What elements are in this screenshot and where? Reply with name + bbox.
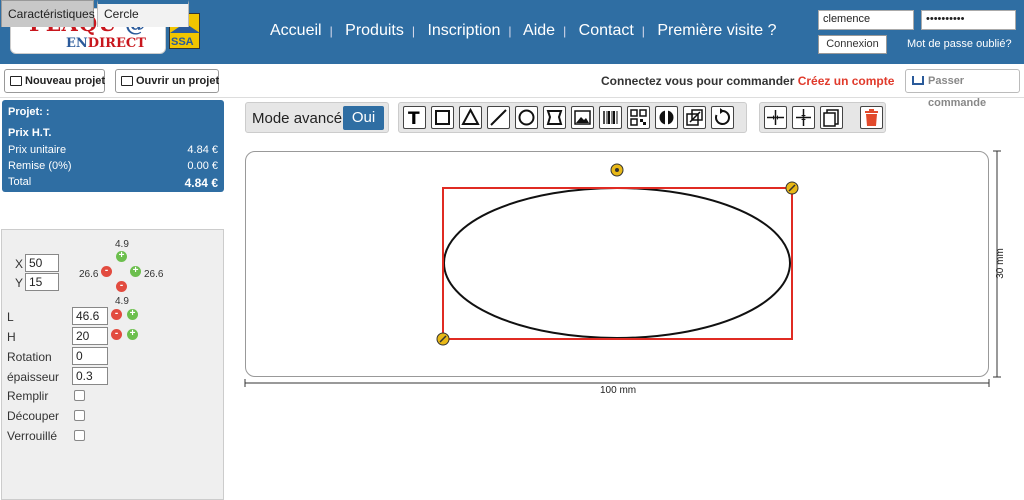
resize-handle-top-right-icon[interactable] <box>785 181 799 195</box>
canvas-overlay <box>244 150 1001 387</box>
height-dimension-label: 30 mm <box>994 248 1006 279</box>
rotate-handle-icon[interactable] <box>610 163 624 177</box>
resize-handle-bottom-left-icon[interactable] <box>436 332 450 346</box>
width-dimension-label: 100 mm <box>600 385 637 396</box>
ellipse-shape <box>443 187 791 339</box>
